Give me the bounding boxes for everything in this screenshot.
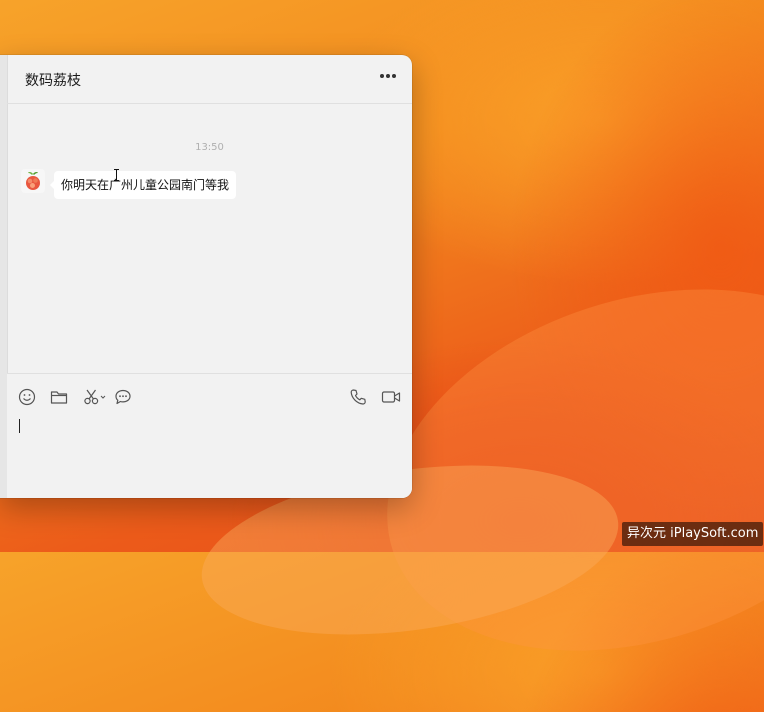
lychee-avatar[interactable] xyxy=(21,169,45,193)
screenshot-button[interactable] xyxy=(83,387,107,407)
dot-icon xyxy=(386,74,390,78)
scissors-icon xyxy=(84,389,106,405)
message-timestamp: 13:50 xyxy=(195,142,224,153)
chat-title: 数码荔枝 xyxy=(25,73,81,89)
phone-icon xyxy=(350,389,366,405)
message-input-area[interactable] xyxy=(7,373,412,498)
chat-history-button[interactable] xyxy=(114,387,132,407)
more-options-button[interactable] xyxy=(378,66,398,86)
chat-header: 数码荔枝 xyxy=(7,55,412,104)
text-caret xyxy=(19,419,20,433)
dot-icon xyxy=(379,74,384,78)
dot-icon xyxy=(392,74,397,78)
message-bubble[interactable]: 你明天在广州儿童公园南门等我 xyxy=(49,171,237,199)
message-list[interactable]: 13:50 你明天在广州儿童公园南门等我 xyxy=(7,104,412,372)
folder-icon xyxy=(50,391,68,404)
watermark: 异次元 iPlaySoft.com xyxy=(622,522,764,546)
chat-window: 数码荔枝 13:50 你明天在广州儿童公园南门等我 xyxy=(0,55,412,498)
video-call-button[interactable] xyxy=(381,387,401,407)
text-cursor-icon xyxy=(114,169,119,181)
voice-call-button[interactable] xyxy=(349,387,367,407)
send-file-button[interactable] xyxy=(50,387,68,407)
chat-bubble-icon xyxy=(115,389,131,405)
emoji-icon xyxy=(18,388,36,406)
video-icon xyxy=(381,391,401,403)
emoji-button[interactable] xyxy=(18,387,36,407)
